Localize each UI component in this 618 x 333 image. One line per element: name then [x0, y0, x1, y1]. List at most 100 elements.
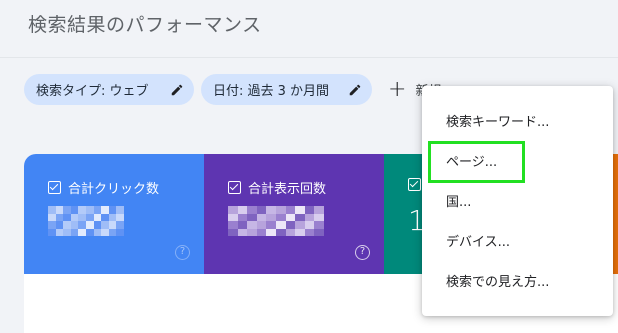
checkbox-checked-icon[interactable] — [48, 181, 61, 194]
blur-pixel — [247, 206, 257, 214]
blur-pixel — [108, 213, 117, 221]
blur-pixel — [101, 213, 109, 221]
blur-pixel — [256, 206, 267, 214]
blur-pixel — [116, 228, 124, 236]
blur-pixel — [70, 206, 79, 214]
highlight-box — [428, 141, 525, 183]
blur-pixel — [314, 228, 324, 236]
blur-pixel — [116, 213, 124, 221]
blur-pixel — [228, 221, 238, 229]
blur-pixel — [101, 228, 109, 236]
checkbox-checked-icon[interactable] — [408, 178, 421, 191]
metric-card-impressions-label: 合計表示回数 — [248, 182, 327, 197]
blur-pixel — [108, 221, 117, 229]
blur-pixel — [93, 221, 102, 229]
blur-pixel — [93, 206, 102, 214]
blur-pixel — [276, 221, 286, 229]
help-circle-icon[interactable]: ? — [355, 245, 370, 260]
blur-pixel — [285, 221, 296, 229]
blur-pixel — [256, 228, 267, 236]
pencil-icon[interactable] — [170, 83, 184, 97]
blur-pixel — [285, 213, 296, 221]
menu-item-search-appearance[interactable]: 検索での見え方... — [422, 260, 613, 300]
blur-pixel — [78, 221, 86, 229]
blur-pixel — [55, 228, 64, 236]
metric-card-impressions[interactable]: 合計表示回数 ? — [204, 154, 384, 274]
blur-pixel — [85, 213, 94, 221]
blur-pixel — [314, 221, 324, 229]
blur-pixel — [78, 213, 86, 221]
blur-pixel — [304, 221, 315, 229]
blur-pixel — [237, 228, 248, 236]
plus-icon: + — [388, 76, 407, 102]
blur-pixel — [63, 228, 71, 236]
metric-card-impressions-header: 合計表示回数 — [228, 178, 326, 197]
metric-card-clicks-value-blurred — [48, 206, 124, 236]
blur-pixel — [108, 228, 117, 236]
blur-pixel — [101, 221, 109, 229]
menu-item-queries[interactable]: 検索キーワード... — [422, 100, 613, 140]
help-circle-icon[interactable]: ? — [175, 245, 190, 260]
blur-pixel — [78, 228, 86, 236]
blur-pixel — [276, 213, 286, 221]
blur-pixel — [93, 228, 102, 236]
blur-pixel — [116, 206, 124, 214]
blur-pixel — [266, 228, 276, 236]
blur-pixel — [256, 221, 267, 229]
blur-pixel — [295, 221, 305, 229]
blur-pixel — [304, 228, 315, 236]
blur-pixel — [70, 221, 79, 229]
blur-pixel — [70, 213, 79, 221]
metric-card-clicks-header: 合計クリック数 — [48, 178, 159, 197]
blur-pixel — [314, 206, 324, 214]
blur-pixel — [55, 213, 64, 221]
blur-pixel — [256, 213, 267, 221]
blur-pixel — [48, 206, 56, 214]
blur-pixel — [48, 228, 56, 236]
blur-pixel — [70, 228, 79, 236]
menu-item-devices[interactable]: デバイス... — [422, 220, 613, 260]
blur-pixel — [237, 206, 248, 214]
blur-pixel — [304, 206, 315, 214]
blur-pixel — [78, 206, 86, 214]
filter-chip-search-type[interactable]: 検索タイプ: ウェブ — [24, 74, 194, 105]
blur-pixel — [266, 221, 276, 229]
filter-chip-search-type-label: 検索タイプ: ウェブ — [36, 84, 149, 99]
blur-pixel — [85, 206, 94, 214]
blur-pixel — [55, 221, 64, 229]
dimension-menu: 検索キーワード... ページ... 国... デバイス... 検索での見え方..… — [422, 86, 613, 316]
pencil-icon[interactable] — [348, 83, 362, 97]
menu-item-countries[interactable]: 国... — [422, 180, 613, 220]
blur-pixel — [266, 213, 276, 221]
page-title: 検索結果のパフォーマンス — [28, 14, 262, 36]
blur-pixel — [228, 206, 238, 214]
blur-pixel — [228, 213, 238, 221]
blur-pixel — [285, 206, 296, 214]
checkbox-checked-icon[interactable] — [228, 181, 241, 194]
blur-pixel — [314, 213, 324, 221]
blur-pixel — [55, 206, 64, 214]
filter-chip-date[interactable]: 日付: 過去 3 か月間 — [201, 74, 372, 105]
blur-pixel — [228, 228, 238, 236]
blur-pixel — [85, 221, 94, 229]
blur-pixel — [295, 206, 305, 214]
blur-pixel — [93, 213, 102, 221]
blur-pixel — [247, 221, 257, 229]
blur-pixel — [48, 221, 56, 229]
blur-pixel — [276, 228, 286, 236]
blur-pixel — [48, 213, 56, 221]
blur-pixel — [285, 228, 296, 236]
filter-chip-date-label: 日付: 過去 3 か月間 — [213, 84, 330, 99]
blur-pixel — [295, 228, 305, 236]
blur-pixel — [237, 213, 248, 221]
blur-pixel — [108, 206, 117, 214]
metric-card-impressions-value-blurred — [228, 206, 324, 236]
blur-pixel — [63, 206, 71, 214]
blur-pixel — [247, 213, 257, 221]
blur-pixel — [237, 221, 248, 229]
blur-pixel — [63, 221, 71, 229]
metric-card-clicks[interactable]: 合計クリック数 ? — [24, 154, 204, 274]
blur-pixel — [276, 206, 286, 214]
blur-pixel — [116, 221, 124, 229]
blur-pixel — [304, 213, 315, 221]
